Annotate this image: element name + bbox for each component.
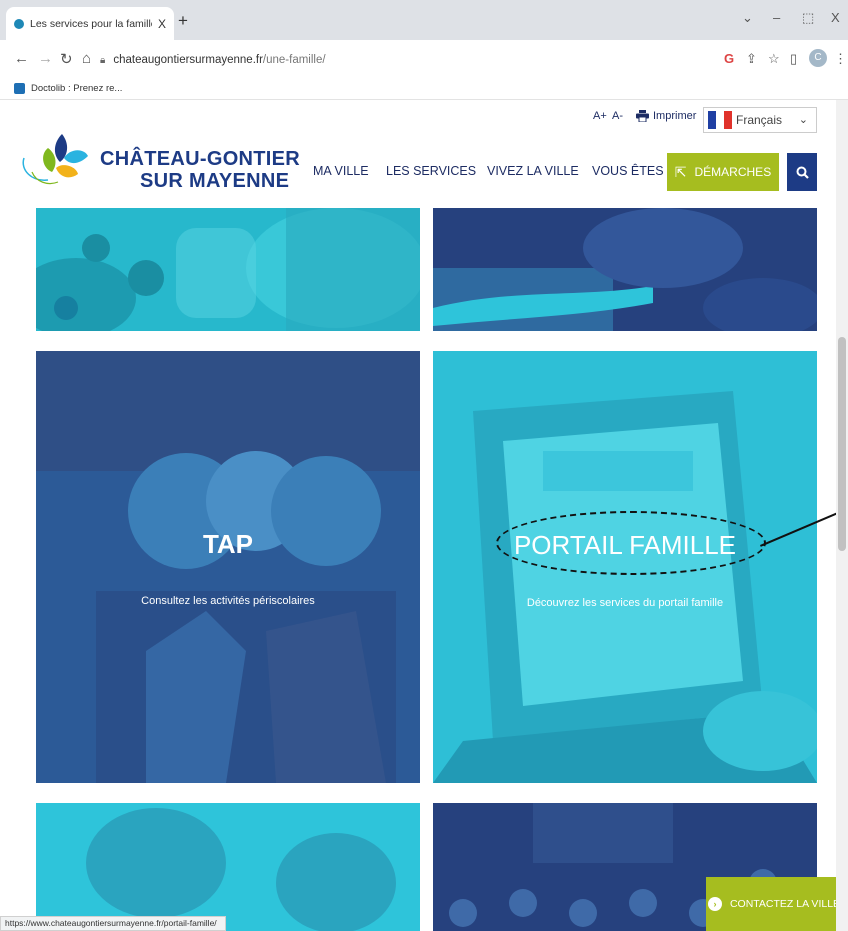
search-button[interactable] [787,153,817,191]
lock-icon: 🔒︎ [100,54,106,66]
tile-top-left[interactable] [36,208,420,331]
bookmark-doctolib[interactable]: Doctolib : Prenez re... [31,83,122,94]
tile-portail-subtitle: Découvrez les services du portail famill… [526,597,724,609]
logo-text-line2: SUR MAYENNE [140,170,290,192]
chevron-down-icon: ⌄ [798,114,808,126]
search-icon [796,166,809,179]
address-bar-row: ← → ↻ ⌂ 🔒︎ chateaugontiersurmayenne.fr /… [0,40,848,78]
tab-title: Les services pour la famille - Ma [30,17,152,30]
tab-search-chevron-icon[interactable]: ⌄ [742,10,753,26]
tile-image-children-playing [433,208,817,331]
tile-tap[interactable]: TAP Consultez les activités périscolaire… [36,351,420,783]
cursor-icon: ⇱ [674,163,687,180]
url-path: /une-famille/ [262,54,326,66]
contact-arrow-icon: › [707,897,722,911]
star-icon[interactable]: ☆ [768,51,780,67]
contact-label: CONTACTEZ LA VILLE [729,898,841,910]
forward-arrow-icon[interactable]: → [38,50,53,67]
city-logo-icon[interactable] [18,128,98,190]
back-arrow-icon[interactable]: ← [14,50,29,67]
google-icon[interactable]: G [724,51,734,66]
print-link[interactable]: Imprimer [653,110,696,122]
tile-tap-subtitle: Consultez les activités périscolaires [141,595,315,607]
text-size-decrease[interactable]: A- [612,110,623,122]
language-select[interactable]: Français ⌄ [703,107,817,133]
annotation-ellipse [496,511,766,575]
site-header: A+ A- Imprimer Français ⌄ CHÂTEAU-GONTIE… [0,100,836,208]
maximize-button[interactable]: ⬚ [802,10,814,26]
url-field[interactable]: 🔒︎ chateaugontiersurmayenne.fr /une-fami… [100,47,700,73]
browser-tab[interactable]: Les services pour la famille - Ma X [6,7,174,40]
nav-vivez-la-ville[interactable]: VIVEZ LA VILLE [487,164,579,178]
tile-bottom-left[interactable] [36,803,420,931]
nav-les-services[interactable]: LES SERVICES [386,164,476,178]
tile-image-adult-child [36,803,420,931]
tab-close-icon[interactable]: X [158,17,166,31]
french-flag-icon [708,111,732,129]
browser-tab-bar: Les services pour la famille - Ma X + ⌄ … [0,0,848,40]
tile-top-right[interactable] [433,208,817,331]
side-panel-icon[interactable]: ▯ [790,51,797,67]
close-window-button[interactable]: X [831,10,840,25]
menu-kebab-icon[interactable]: ⋮ [834,51,847,67]
text-size-increase[interactable]: A+ [593,110,607,122]
scrollbar-thumb[interactable] [838,337,846,551]
bookmarks-bar: Doctolib : Prenez re... [0,78,848,100]
nav-vous-etes[interactable]: VOUS ÊTES [592,164,664,178]
status-url: https://www.chateaugontiersurmayenne.fr/… [0,916,226,931]
tile-tap-title: TAP [202,529,254,559]
nav-ma-ville[interactable]: MA VILLE [313,164,369,178]
tile-image-children-hugging [36,351,420,783]
tile-image-food [36,208,420,331]
site-favicon-icon [14,18,24,29]
share-icon[interactable]: ⇪ [746,51,757,67]
new-tab-button[interactable]: + [178,11,188,31]
home-icon[interactable]: ⌂ [82,50,91,67]
minimize-button[interactable]: – [773,10,780,25]
doctolib-favicon-icon [14,83,25,94]
printer-icon[interactable] [636,110,649,125]
contact-button[interactable]: › CONTACTEZ LA VILLE [706,877,842,931]
language-selected: Français [736,113,783,127]
profile-avatar[interactable]: C [809,49,827,67]
logo-text-line1: CHÂTEAU-GONTIER [100,148,301,170]
demarches-label: DÉMARCHES [694,165,772,179]
url-host: chateaugontiersurmayenne.fr [113,54,263,66]
reload-icon[interactable]: ↻ [60,50,73,68]
demarches-button[interactable]: ⇱ DÉMARCHES [667,153,779,191]
